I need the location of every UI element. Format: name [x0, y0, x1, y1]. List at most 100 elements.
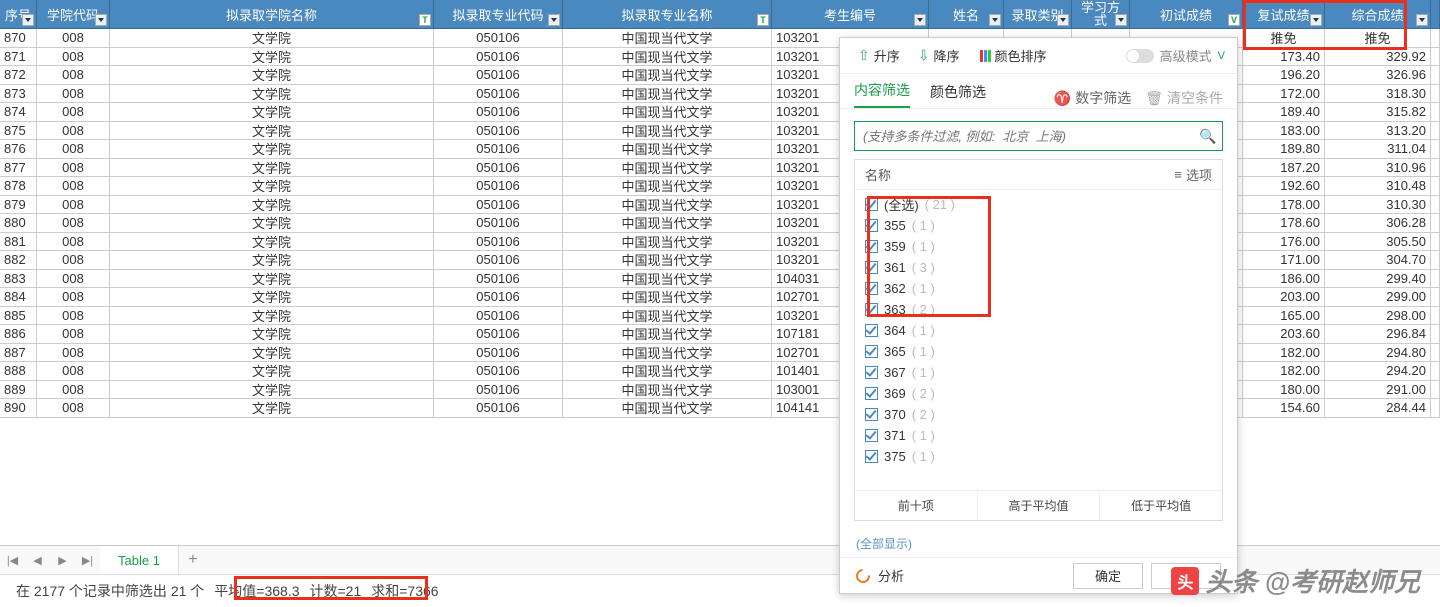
cell[interactable]: 310.96	[1325, 159, 1431, 177]
cell[interactable]: 050106	[434, 325, 563, 343]
checkbox-icon[interactable]	[865, 408, 878, 421]
search-icon[interactable]: 🔍	[1194, 128, 1222, 145]
cell[interactable]: 187.20	[1243, 159, 1325, 177]
filter-item[interactable]: 370( 2 )	[865, 404, 1212, 425]
cell[interactable]: 879	[0, 196, 37, 214]
cell[interactable]	[1431, 270, 1440, 288]
cell[interactable]: 050106	[434, 122, 563, 140]
cell[interactable]: 885	[0, 307, 37, 325]
checkbox-icon[interactable]	[865, 240, 878, 253]
cell[interactable]: 中国现当代文学	[563, 103, 772, 121]
cell[interactable]: 文学院	[110, 103, 434, 121]
cell[interactable]: 883	[0, 270, 37, 288]
filter-drop-icon[interactable]	[1416, 14, 1428, 26]
cell[interactable]	[1431, 325, 1440, 343]
header-code[interactable]: 学院代码	[37, 0, 110, 29]
cell[interactable]	[1431, 122, 1440, 140]
cell[interactable]: 196.20	[1243, 66, 1325, 84]
cell[interactable]: 154.60	[1243, 399, 1325, 417]
cell[interactable]: 326.96	[1325, 66, 1431, 84]
header-majorcode[interactable]: 拟录取专业代码	[434, 0, 563, 29]
checkbox-icon[interactable]	[865, 219, 878, 232]
cell[interactable]: 311.04	[1325, 140, 1431, 158]
checkbox-icon[interactable]	[865, 261, 878, 274]
cell[interactable]: 305.50	[1325, 233, 1431, 251]
cell[interactable]: 文学院	[110, 85, 434, 103]
cell[interactable]: 050106	[434, 381, 563, 399]
analysis-label[interactable]: 分析	[878, 566, 904, 585]
cell[interactable]: 中国现当代文学	[563, 29, 772, 47]
cell[interactable]: 文学院	[110, 214, 434, 232]
cell[interactable]: 008	[37, 103, 110, 121]
cell[interactable]: 文学院	[110, 196, 434, 214]
cell[interactable]: 294.20	[1325, 362, 1431, 380]
cell[interactable]	[1431, 159, 1440, 177]
cell[interactable]: 050106	[434, 103, 563, 121]
ok-button[interactable]: 确定	[1073, 563, 1143, 589]
cell[interactable]: 294.80	[1325, 344, 1431, 362]
filter-drop-icon[interactable]	[548, 14, 560, 26]
top10-button[interactable]: 前十项	[855, 491, 978, 520]
cell[interactable]: 中国现当代文学	[563, 362, 772, 380]
cell[interactable]: 文学院	[110, 344, 434, 362]
cell[interactable]: 文学院	[110, 29, 434, 47]
cell[interactable]: 050106	[434, 251, 563, 269]
cell[interactable]: 中国现当代文学	[563, 214, 772, 232]
cell[interactable]: 008	[37, 251, 110, 269]
cell[interactable]: 050106	[434, 66, 563, 84]
cell[interactable]: 882	[0, 251, 37, 269]
cell[interactable]: 中国现当代文学	[563, 140, 772, 158]
filter-item[interactable]: 364( 1 )	[865, 320, 1212, 341]
cell[interactable]: 871	[0, 48, 37, 66]
cell[interactable]: 008	[37, 177, 110, 195]
header-total[interactable]: 综合成绩	[1325, 0, 1431, 29]
cell[interactable]: 008	[37, 381, 110, 399]
cell[interactable]: 文学院	[110, 233, 434, 251]
cell[interactable]: 050106	[434, 270, 563, 288]
cell[interactable]: 050106	[434, 196, 563, 214]
cell[interactable]: 189.40	[1243, 103, 1325, 121]
cell[interactable]: 中国现当代文学	[563, 270, 772, 288]
checkbox-icon[interactable]	[865, 366, 878, 379]
cell[interactable]: 文学院	[110, 159, 434, 177]
filter-drop-active-icon[interactable]	[1228, 14, 1240, 26]
cell[interactable]: 008	[37, 140, 110, 158]
cell[interactable]: 中国现当代文学	[563, 85, 772, 103]
cell[interactable]	[1431, 288, 1440, 306]
cell[interactable]	[1431, 103, 1440, 121]
cell[interactable]: 008	[37, 362, 110, 380]
cell[interactable]: 880	[0, 214, 37, 232]
cell[interactable]: 881	[0, 233, 37, 251]
filter-item[interactable]: 362( 1 )	[865, 278, 1212, 299]
cell[interactable]: 178.00	[1243, 196, 1325, 214]
cell[interactable]: 299.40	[1325, 270, 1431, 288]
cell[interactable]: 178.60	[1243, 214, 1325, 232]
cell[interactable]: 182.00	[1243, 344, 1325, 362]
cell[interactable]: 050106	[434, 344, 563, 362]
cell[interactable]: 中国现当代文学	[563, 48, 772, 66]
checkbox-icon[interactable]	[865, 450, 878, 463]
filter-item[interactable]: 363( 2 )	[865, 299, 1212, 320]
cell[interactable]	[1431, 196, 1440, 214]
filter-item[interactable]: 355( 1 )	[865, 215, 1212, 236]
cell[interactable]: 203.60	[1243, 325, 1325, 343]
cell[interactable]	[1431, 307, 1440, 325]
sheet-last-icon[interactable]: ▶|	[75, 554, 100, 567]
sheet-first-icon[interactable]: |◀	[0, 554, 25, 567]
cell[interactable]	[1431, 251, 1440, 269]
cell[interactable]: 186.00	[1243, 270, 1325, 288]
sheet-tab-1[interactable]: Table 1	[100, 546, 179, 574]
filter-search-input[interactable]	[855, 129, 1194, 144]
cell[interactable]: 310.48	[1325, 177, 1431, 195]
cell[interactable]: 870	[0, 29, 37, 47]
cell[interactable]: 008	[37, 48, 110, 66]
advanced-switch[interactable]	[1126, 49, 1154, 63]
above-avg-button[interactable]: 高于平均值	[978, 491, 1101, 520]
cell[interactable]	[1431, 344, 1440, 362]
cell[interactable]: 176.00	[1243, 233, 1325, 251]
show-all-link[interactable]: (全部显示)	[840, 529, 1237, 557]
cell[interactable]: 文学院	[110, 177, 434, 195]
checkbox-icon[interactable]	[865, 429, 878, 442]
cell[interactable]	[1431, 85, 1440, 103]
cell[interactable]: 文学院	[110, 48, 434, 66]
